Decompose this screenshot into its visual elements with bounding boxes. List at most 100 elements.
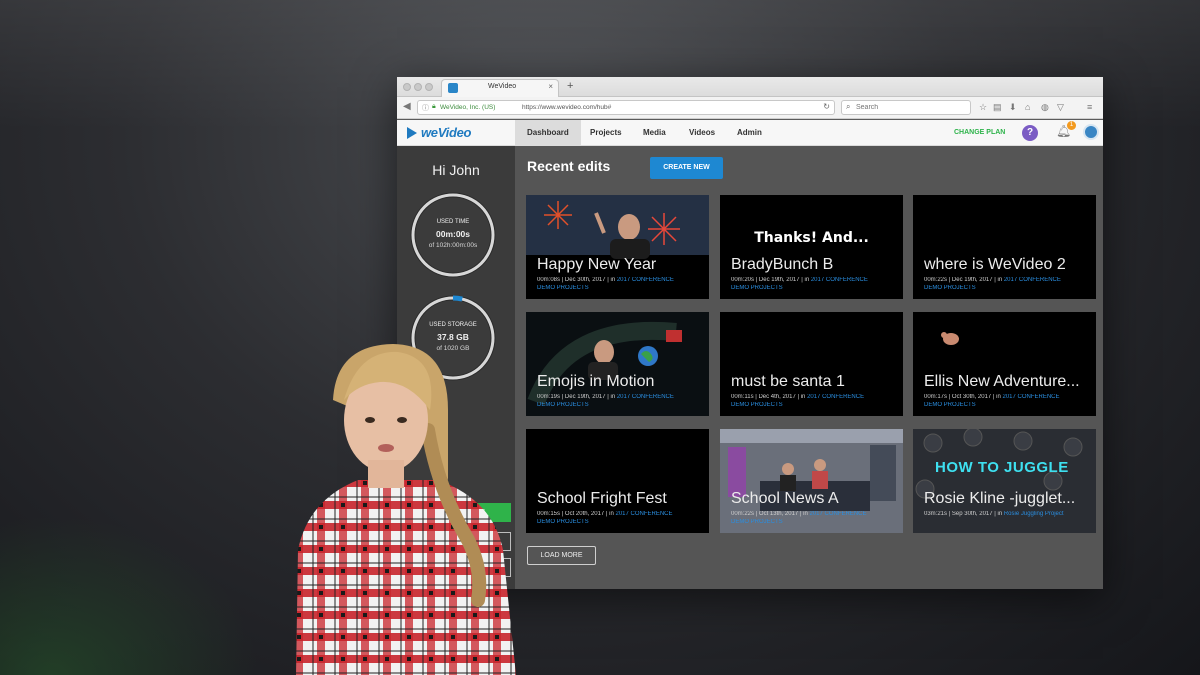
card-project-link[interactable]: DEMO PROJECTS — [537, 402, 705, 408]
browser-search-input[interactable] — [856, 102, 966, 113]
card-duration-date: 00m:15s | Oct 20th, 2017 | in — [537, 511, 614, 517]
card-folder-link[interactable]: Rosie Juggling Project — [1004, 511, 1064, 517]
used-storage-caption: USED STORAGE — [429, 322, 477, 328]
bookmark-star-icon[interactable]: ☆ — [979, 101, 987, 113]
card-meta: 00m:17s | Oct 30th, 2017 | in 2017 CONFE… — [924, 394, 1092, 400]
card-project-link[interactable]: DEMO PROJECTS — [731, 519, 899, 525]
card-duration-date: 00m:22s | Oct 13th, 2017 | in — [731, 511, 808, 517]
card-folder-link[interactable]: 2017 CONFERENCE — [1004, 277, 1061, 283]
card-title: Rosie Kline -jugglet... — [924, 490, 1076, 507]
card-folder-link[interactable]: 2017 CONFERENCE — [1003, 394, 1060, 400]
card-duration-date: 00m:20s | Dec 19th, 2017 | in — [731, 277, 810, 283]
used-time-value: 00m:00s — [435, 229, 471, 239]
card-project-link[interactable]: DEMO PROJECTS — [731, 402, 899, 408]
nav-media[interactable]: Media — [631, 120, 678, 146]
card-title: School News A — [731, 490, 839, 507]
card-meta: 00m:22s | Dec 19th, 2017 | in 2017 CONFE… — [924, 277, 1092, 283]
card-folder-link[interactable]: 2017 CONFERENCE — [616, 511, 673, 517]
new-tab-icon[interactable]: + — [567, 80, 573, 92]
help-icon[interactable]: ? — [1022, 125, 1038, 141]
card-meta: 00m:20s | Dec 19th, 2017 | in 2017 CONFE… — [731, 277, 899, 283]
hamburger-menu-icon[interactable]: ≡ — [1087, 101, 1092, 113]
search-icon: ⌕ — [846, 102, 851, 111]
card-project-link[interactable]: DEMO PROJECTS — [537, 519, 705, 525]
window-maximize-dot[interactable] — [425, 83, 433, 91]
browser-tab[interactable]: WeVideo × — [441, 79, 559, 97]
card-folder-link[interactable]: 2017 CONFERENCE — [617, 277, 674, 283]
card-duration-date: 00m:11s | Dec 4th, 2017 | in — [731, 394, 806, 400]
video-card-ellis-new-adventure[interactable]: Ellis New Adventure... 00m:17s | Oct 30t… — [913, 312, 1096, 416]
load-more-button[interactable]: LOAD MORE — [527, 546, 596, 565]
url-bar[interactable]: ⓘ 🔒︎ WeVideo, Inc. (US) https://www.wevi… — [417, 100, 835, 115]
card-title: Happy New Year — [537, 256, 657, 273]
back-arrow-icon[interactable]: ◀ — [403, 101, 411, 113]
nav-admin[interactable]: Admin — [725, 120, 774, 146]
change-plan-link[interactable]: CHANGE PLAN — [954, 129, 1005, 136]
video-card-school-fright-fest[interactable]: School Fright Fest 00m:15s | Oct 20th, 2… — [526, 429, 709, 533]
card-thumbnail-text: Thanks! And... — [754, 230, 869, 246]
background-glow — [0, 515, 260, 675]
url-text[interactable]: https://www.wevideo.com/hub# — [522, 104, 611, 111]
browser-tab-bar: WeVideo × + — [397, 77, 1103, 97]
card-project-link[interactable]: DEMO PROJECTS — [537, 285, 705, 291]
card-meta: 00m:22s | Oct 13th, 2017 | in 2017 CONFE… — [731, 511, 899, 517]
greeting: Hi John — [432, 162, 480, 178]
card-folder-link[interactable]: 2017 CONFERENCE — [811, 277, 868, 283]
card-thumbnail — [526, 312, 709, 416]
url-organization: WeVideo, Inc. (US) — [440, 104, 496, 111]
sync-icon[interactable]: ◍ — [1041, 101, 1049, 113]
video-card-must-be-santa-1[interactable]: must be santa 1 00m:11s | Dec 4th, 2017 … — [720, 312, 903, 416]
app-header: weVideo Dashboard Projects Media Videos … — [397, 120, 1103, 146]
card-folder-link[interactable]: 2017 CONFERENCE — [617, 394, 674, 400]
notification-badge: 1 — [1067, 121, 1076, 130]
avatar[interactable] — [1083, 124, 1099, 140]
used-time-total: of 102h:00m:00s — [428, 242, 478, 249]
used-time-gauge: USED TIME 00m:00s of 102h:00m:00s — [410, 192, 496, 278]
info-icon[interactable]: ⓘ — [422, 103, 429, 113]
card-folder-link[interactable]: 2017 CONFERENCE — [807, 394, 864, 400]
video-card-rosie-kline[interactable]: HOW TO JUGGLE Rosie Kline -jugglet... 03… — [913, 429, 1096, 533]
card-meta: 03m:21s | Sep 30th, 2017 | in Rosie Jugg… — [924, 511, 1092, 517]
card-folder-link[interactable]: 2017 CONFERENCE — [810, 511, 867, 517]
wevideo-favicon-icon — [448, 83, 458, 93]
wevideo-logo[interactable]: weVideo — [421, 125, 471, 140]
pocket-icon[interactable]: ▽ — [1057, 101, 1064, 113]
tab-close-icon[interactable]: × — [548, 82, 553, 91]
video-card-school-news-a[interactable]: School News A 00m:22s | Oct 13th, 2017 |… — [720, 429, 903, 533]
card-thumbnail — [526, 195, 709, 259]
nav-dashboard[interactable]: Dashboard — [515, 120, 581, 146]
video-card-happy-new-year[interactable]: Happy New Year 00m:08s | Dec 30th, 2017 … — [526, 195, 709, 299]
window-close-dot[interactable] — [403, 83, 411, 91]
card-duration-date: 00m:22s | Dec 19th, 2017 | in — [924, 277, 1003, 283]
reading-list-icon[interactable]: ▤ — [993, 101, 1002, 113]
wevideo-logo-icon — [407, 127, 417, 139]
create-new-button[interactable]: CREATE NEW — [650, 157, 723, 179]
video-card-emojis-in-motion[interactable]: Emojis in Motion 00m:19s | Dec 19th, 201… — [526, 312, 709, 416]
card-thumbnail-text: HOW TO JUGGLE — [935, 459, 1069, 476]
video-card-where-is-wevideo-2[interactable]: where is WeVideo 2 00m:22s | Dec 19th, 2… — [913, 195, 1096, 299]
card-duration-date: 03m:21s | Sep 30th, 2017 | in — [924, 511, 1003, 517]
used-time-caption: USED TIME — [436, 219, 470, 225]
reload-icon[interactable]: ↻ — [823, 102, 830, 111]
card-duration-date: 00m:08s | Dec 30th, 2017 | in — [537, 277, 616, 283]
card-title: Emojis in Motion — [537, 373, 655, 390]
nav-videos[interactable]: Videos — [677, 120, 727, 146]
card-meta: 00m:08s | Dec 30th, 2017 | in 2017 CONFE… — [537, 277, 705, 283]
tab-title: WeVideo — [488, 83, 517, 90]
card-duration-date: 00m:17s | Oct 30th, 2017 | in — [924, 394, 1001, 400]
browser-nav-bar: ◀ ⓘ 🔒︎ WeVideo, Inc. (US) https://www.we… — [397, 97, 1103, 119]
card-title: Ellis New Adventure... — [924, 373, 1080, 390]
card-thumbnail — [941, 332, 959, 345]
card-meta: 00m:19s | Dec 19th, 2017 | in 2017 CONFE… — [537, 394, 705, 400]
browser-search-bar[interactable]: ⌕ — [841, 100, 971, 115]
nav-projects[interactable]: Projects — [578, 120, 634, 146]
home-icon[interactable]: ⌂ — [1025, 101, 1030, 113]
video-card-bradybunch-b[interactable]: Thanks! And... BradyBunch B 00m:20s | De… — [720, 195, 903, 299]
download-icon[interactable]: ⬇ — [1009, 101, 1017, 113]
card-meta: 00m:15s | Oct 20th, 2017 | in 2017 CONFE… — [537, 511, 705, 517]
card-project-link[interactable]: DEMO PROJECTS — [731, 285, 899, 291]
card-project-link[interactable]: DEMO PROJECTS — [924, 402, 1092, 408]
card-title: BradyBunch B — [731, 256, 834, 273]
window-minimize-dot[interactable] — [414, 83, 422, 91]
card-project-link[interactable]: DEMO PROJECTS — [924, 285, 1092, 291]
